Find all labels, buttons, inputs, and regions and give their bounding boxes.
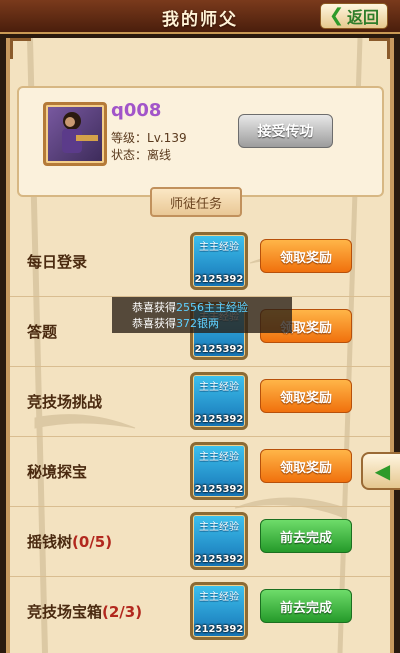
claim-reward-button[interactable]: 领取奖励 bbox=[260, 449, 352, 483]
level-label: 等级： bbox=[111, 131, 148, 145]
task-row: 竞技场挑战 主主经验 2125392 领取奖励 bbox=[10, 367, 390, 437]
status-label: 状态： bbox=[111, 148, 148, 162]
master-level: 等级：Lv.139 bbox=[111, 129, 187, 146]
reward-type: 主主经验 bbox=[199, 242, 239, 253]
task-name: 摇钱树(0/5) bbox=[27, 533, 113, 551]
side-expand-tab[interactable]: ◀ bbox=[361, 452, 400, 490]
exp-reward-icon[interactable]: 主主经验 2125392 bbox=[190, 512, 248, 570]
avatar bbox=[43, 102, 107, 166]
exp-reward-icon[interactable]: 主主经验 2125392 bbox=[190, 372, 248, 430]
master-status: 状态：离线 bbox=[111, 146, 171, 163]
reward-quantity: 2125392 bbox=[194, 414, 244, 425]
task-name: 每日登录 bbox=[27, 253, 88, 271]
character-portrait-icon bbox=[62, 112, 98, 153]
chevron-left-icon: ◀ bbox=[374, 459, 391, 483]
reward-quantity: 2125392 bbox=[194, 554, 244, 565]
tasks-section-title: 师徒任务 bbox=[150, 187, 242, 217]
level-value: Lv.139 bbox=[147, 131, 187, 145]
master-name: q008 bbox=[111, 100, 162, 121]
task-name: 秘境探宝 bbox=[27, 463, 88, 481]
go-complete-button[interactable]: 前去完成 bbox=[260, 589, 352, 623]
reward-quantity: 2125392 bbox=[194, 624, 244, 635]
reward-type: 主主经验 bbox=[199, 592, 239, 603]
task-name: 竞技场宝箱(2/3) bbox=[27, 603, 143, 621]
toast-line-1: 恭喜获得2556主主经验 bbox=[132, 301, 248, 314]
exp-reward-icon[interactable]: 主主经验 2125392 bbox=[190, 582, 248, 640]
task-name: 竞技场挑战 bbox=[27, 393, 103, 411]
task-row: 竞技场宝箱(2/3) 主主经验 2125392 前去完成 bbox=[10, 577, 390, 647]
reward-quantity: 2125392 bbox=[194, 274, 244, 285]
claim-reward-button[interactable]: 领取奖励 bbox=[260, 379, 352, 413]
master-profile-card: q008 等级：Lv.139 状态：离线 接受传功 bbox=[17, 86, 384, 197]
reward-type: 主主经验 bbox=[199, 522, 239, 533]
toast-line-2: 恭喜获得372银两 bbox=[132, 317, 219, 330]
frame-corner bbox=[369, 38, 390, 59]
back-button[interactable]: ❮ 返回 bbox=[320, 3, 388, 29]
go-complete-button[interactable]: 前去完成 bbox=[260, 519, 352, 553]
reward-type: 主主经验 bbox=[199, 452, 239, 463]
accept-transfer-button[interactable]: 接受传功 bbox=[238, 114, 333, 148]
exp-reward-icon[interactable]: 主主经验 2125392 bbox=[190, 232, 248, 290]
reward-quantity: 2125392 bbox=[194, 344, 244, 355]
task-row: 每日登录 主主经验 2125392 领取奖励 bbox=[10, 227, 390, 297]
reward-toast: 恭喜获得2556主主经验 恭喜获得372银两 bbox=[112, 297, 292, 333]
reward-type: 主主经验 bbox=[199, 382, 239, 393]
title-bar: 我的师父 ❮ 返回 bbox=[0, 0, 400, 34]
exp-reward-icon[interactable]: 主主经验 2125392 bbox=[190, 442, 248, 500]
reward-quantity: 2125392 bbox=[194, 484, 244, 495]
chevron-left-icon: ❮ bbox=[328, 5, 345, 26]
claim-reward-button[interactable]: 领取奖励 bbox=[260, 239, 352, 273]
back-label: 返回 bbox=[347, 8, 380, 27]
frame-corner bbox=[10, 38, 31, 59]
task-name: 答题 bbox=[27, 323, 58, 341]
status-value: 离线 bbox=[147, 148, 172, 162]
task-row: 秘境探宝 主主经验 2125392 领取奖励 bbox=[10, 437, 390, 507]
task-row: 摇钱树(0/5) 主主经验 2125392 前去完成 bbox=[10, 507, 390, 577]
